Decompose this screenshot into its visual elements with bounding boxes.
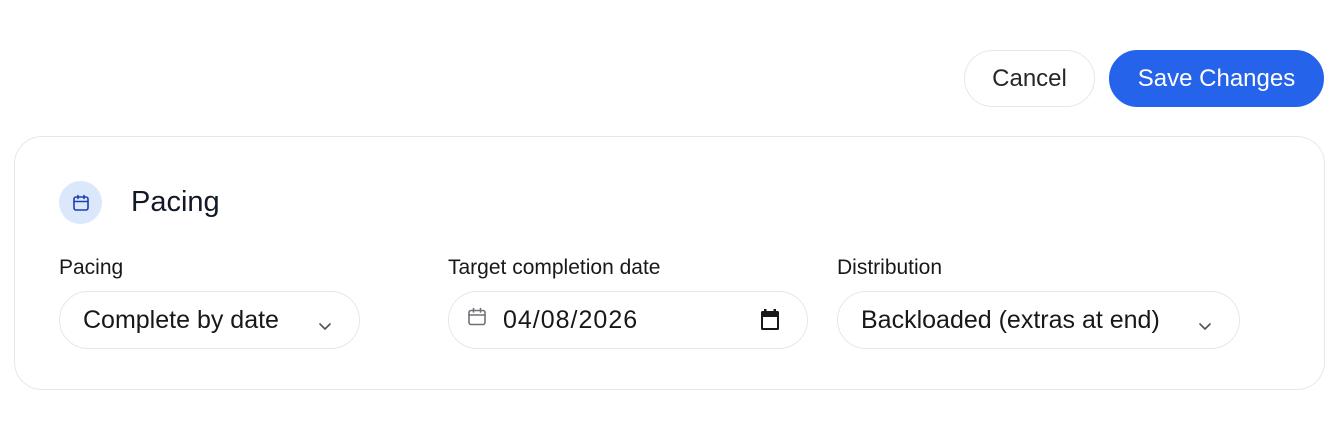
calendar-icon bbox=[59, 181, 102, 224]
distribution-select[interactable]: Backloaded (extras at end) bbox=[837, 291, 1240, 349]
cancel-button[interactable]: Cancel bbox=[964, 50, 1095, 107]
page: Cancel Save Changes Pacing Pacing Comple… bbox=[0, 0, 1343, 430]
chevron-down-icon bbox=[317, 312, 333, 341]
pacing-label: Pacing bbox=[59, 256, 124, 279]
pacing-value: Complete by date bbox=[83, 305, 279, 334]
chevron-down-icon bbox=[1197, 312, 1213, 341]
distribution-field: Distribution Backloaded (extras at end) bbox=[837, 255, 1240, 349]
calendar-icon bbox=[466, 306, 488, 335]
distribution-label: Distribution bbox=[837, 256, 943, 279]
card-title: Pacing bbox=[131, 186, 220, 218]
action-bar: Cancel Save Changes bbox=[964, 50, 1324, 107]
distribution-value: Backloaded (extras at end) bbox=[861, 305, 1160, 334]
target-date-field: Target completion date 04/08/2026 bbox=[448, 255, 808, 349]
target-date-label: Target completion date bbox=[448, 256, 661, 279]
target-date-value: 04/08/2026 bbox=[503, 305, 639, 334]
date-picker-icon[interactable] bbox=[759, 308, 781, 339]
pacing-select[interactable]: Complete by date bbox=[59, 291, 360, 349]
pacing-field: Pacing Complete by date bbox=[59, 255, 360, 349]
save-changes-button[interactable]: Save Changes bbox=[1109, 50, 1324, 107]
card-header: Pacing bbox=[59, 181, 220, 224]
target-date-input[interactable]: 04/08/2026 bbox=[448, 291, 808, 349]
pacing-card: Pacing Pacing Complete by date Target co… bbox=[14, 136, 1325, 390]
